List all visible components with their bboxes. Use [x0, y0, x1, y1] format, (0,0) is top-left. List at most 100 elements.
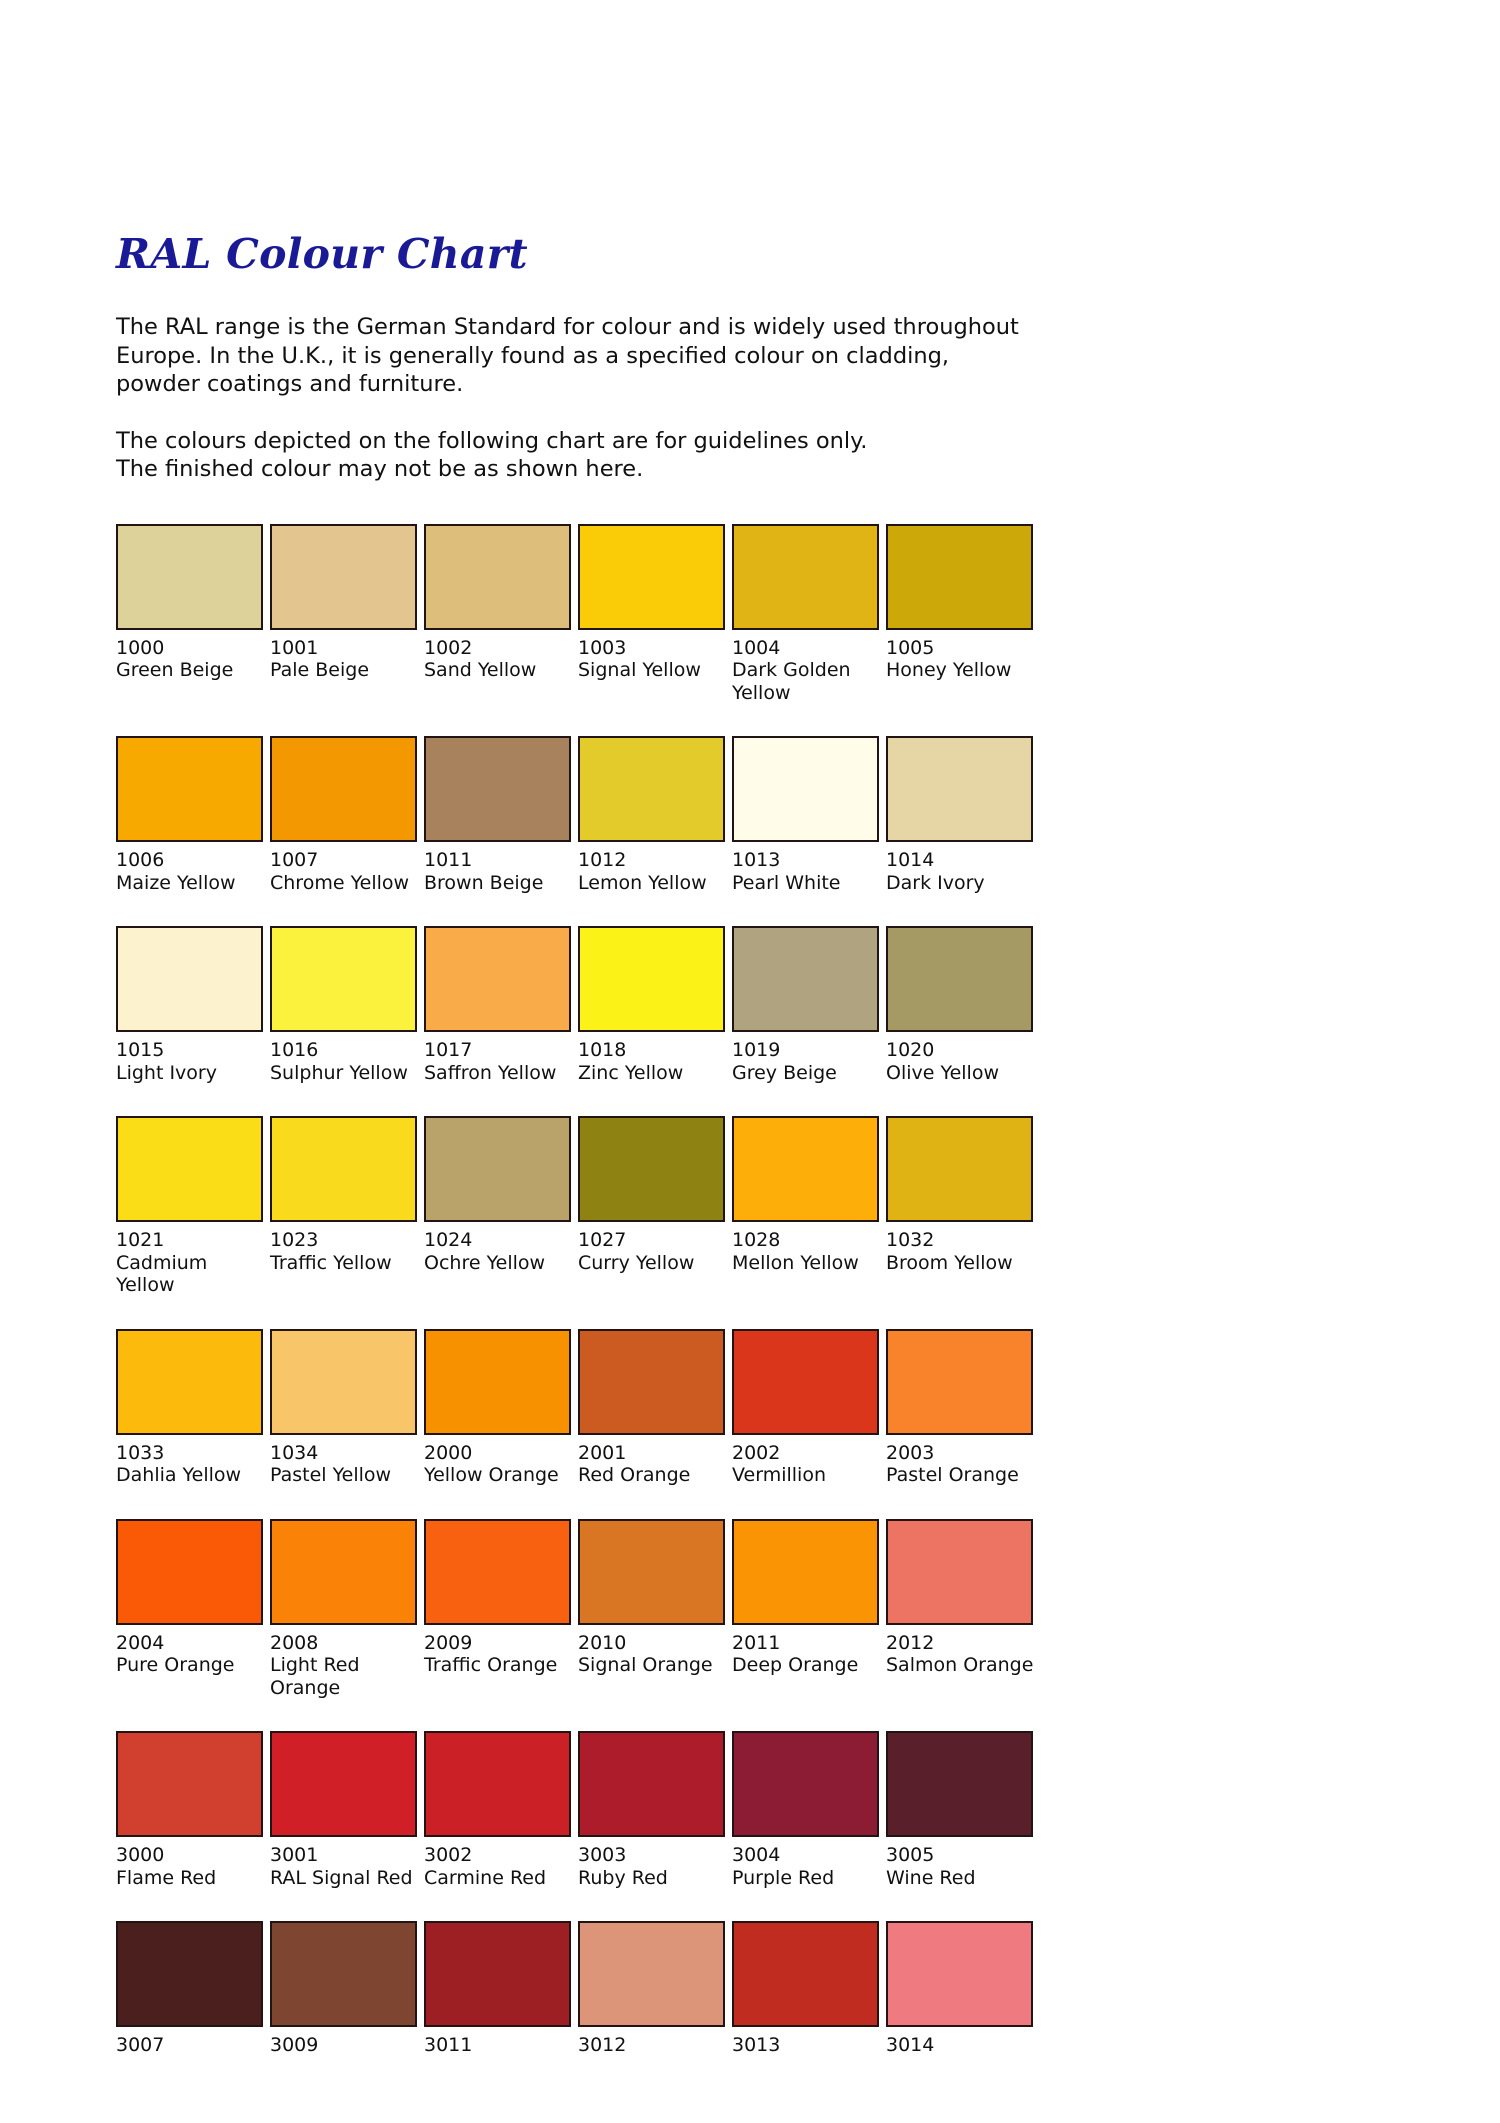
swatch-cell-1020[interactable]: 1020 Olive Yellow	[886, 926, 1040, 1084]
swatch-cell-1033[interactable]: 1033 Dahlia Yellow	[116, 1328, 270, 1487]
colour-chip-3003[interactable]	[578, 1731, 725, 1837]
colour-chip-3014[interactable]	[886, 1921, 1033, 2027]
swatch-cell-2003[interactable]: 2003 Pastel Orange	[886, 1328, 1040, 1487]
swatch-cell-1005[interactable]: 1005 Honey Yellow	[886, 523, 1040, 682]
swatch-cell-3012[interactable]: 3012	[578, 1921, 732, 2057]
swatch-cell-2000[interactable]: 2000 Yellow Orange	[424, 1328, 578, 1487]
swatch-cell-1012[interactable]: 1012 Lemon Yellow	[578, 736, 732, 894]
colour-chip-1020[interactable]	[886, 926, 1033, 1032]
swatch-cell-1011[interactable]: 1011 Brown Beige	[424, 736, 578, 894]
swatch-cell-3005[interactable]: 3005 Wine Red	[886, 1731, 1040, 1889]
swatch-cell-1019[interactable]: 1019 Grey Beige	[732, 926, 886, 1084]
colour-chip-1015[interactable]	[116, 926, 263, 1032]
colour-chip-1032[interactable]	[886, 1116, 1033, 1222]
swatch-cell-3011[interactable]: 3011	[424, 1921, 578, 2057]
colour-chip-1012[interactable]	[578, 736, 725, 842]
colour-chip-3007[interactable]	[116, 1921, 263, 2027]
colour-chip-3002[interactable]	[424, 1731, 571, 1837]
colour-chip-1013[interactable]	[732, 736, 879, 842]
colour-chip-3000[interactable]	[116, 1731, 263, 1837]
colour-chip-1001[interactable]	[270, 523, 417, 630]
swatch-cell-1017[interactable]: 1017 Saffron Yellow	[424, 926, 578, 1084]
colour-chip-3011[interactable]	[424, 1921, 571, 2027]
swatch-cell-1002[interactable]: 1002 Sand Yellow	[424, 523, 578, 682]
colour-chip-2001[interactable]	[578, 1328, 725, 1435]
colour-chip-1023[interactable]	[270, 1116, 417, 1222]
swatch-cell-2012[interactable]: 2012 Salmon Orange	[886, 1518, 1040, 1677]
swatch-cell-1028[interactable]: 1028 Mellon Yellow	[732, 1116, 886, 1274]
swatch-cell-2004[interactable]: 2004 Pure Orange	[116, 1518, 270, 1677]
swatch-cell-1014[interactable]: 1014 Dark Ivory	[886, 736, 1040, 894]
colour-chip-3004[interactable]	[732, 1731, 879, 1837]
swatch-cell-1023[interactable]: 1023 Traffic Yellow	[270, 1116, 424, 1274]
colour-chip-3012[interactable]	[578, 1921, 725, 2027]
swatch-cell-1015[interactable]: 1015 Light Ivory	[116, 926, 270, 1084]
swatch-cell-1016[interactable]: 1016 Sulphur Yellow	[270, 926, 424, 1084]
swatch-cell-2001[interactable]: 2001 Red Orange	[578, 1328, 732, 1487]
colour-chip-2011[interactable]	[732, 1518, 879, 1625]
colour-chip-3009[interactable]	[270, 1921, 417, 2027]
swatch-cell-1018[interactable]: 1018 Zinc Yellow	[578, 926, 732, 1084]
swatch-cell-2008[interactable]: 2008 Light Red Orange	[270, 1518, 424, 1700]
swatch-cell-1013[interactable]: 1013 Pearl White	[732, 736, 886, 894]
swatch-cell-1003[interactable]: 1003 Signal Yellow	[578, 523, 732, 682]
colour-chip-2009[interactable]	[424, 1518, 571, 1625]
colour-chip-1011[interactable]	[424, 736, 571, 842]
swatch-cell-1007[interactable]: 1007 Chrome Yellow	[270, 736, 424, 894]
colour-chip-2004[interactable]	[116, 1518, 263, 1625]
colour-chip-3013[interactable]	[732, 1921, 879, 2027]
swatch-code: 1012	[578, 849, 627, 871]
colour-chip-2010[interactable]	[578, 1518, 725, 1625]
colour-chip-1002[interactable]	[424, 523, 571, 630]
swatch-cell-2002[interactable]: 2002 Vermillion	[732, 1328, 886, 1487]
colour-chip-1006[interactable]	[116, 736, 263, 842]
colour-chip-1004[interactable]	[732, 523, 879, 630]
swatch-name: Pastel Yellow	[270, 1464, 392, 1486]
swatch-cell-3001[interactable]: 3001 RAL Signal Red	[270, 1731, 424, 1889]
colour-chip-1014[interactable]	[886, 736, 1033, 842]
colour-chip-2003[interactable]	[886, 1328, 1033, 1435]
swatch-cell-1001[interactable]: 1001 Pale Beige	[270, 523, 424, 682]
colour-chip-2002[interactable]	[732, 1328, 879, 1435]
colour-chip-1024[interactable]	[424, 1116, 571, 1222]
swatch-cell-2010[interactable]: 2010 Signal Orange	[578, 1518, 732, 1677]
colour-chip-1003[interactable]	[578, 523, 725, 630]
colour-chip-2008[interactable]	[270, 1518, 417, 1625]
swatch-cell-2011[interactable]: 2011 Deep Orange	[732, 1518, 886, 1677]
colour-chip-1007[interactable]	[270, 736, 417, 842]
swatch-cell-1034[interactable]: 1034 Pastel Yellow	[270, 1328, 424, 1487]
colour-chip-1019[interactable]	[732, 926, 879, 1032]
colour-chip-2012[interactable]	[886, 1518, 1033, 1625]
swatch-cell-3000[interactable]: 3000 Flame Red	[116, 1731, 270, 1889]
swatch-cell-3013[interactable]: 3013	[732, 1921, 886, 2057]
swatch-cell-1027[interactable]: 1027 Curry Yellow	[578, 1116, 732, 1274]
colour-chip-1028[interactable]	[732, 1116, 879, 1222]
colour-chip-3001[interactable]	[270, 1731, 417, 1837]
swatch-cell-1006[interactable]: 1006 Maize Yellow	[116, 736, 270, 894]
colour-chip-3005[interactable]	[886, 1731, 1033, 1837]
swatch-cell-2009[interactable]: 2009 Traffic Orange	[424, 1518, 578, 1677]
colour-chip-1000[interactable]	[116, 523, 263, 630]
swatch-cell-3002[interactable]: 3002 Carmine Red	[424, 1731, 578, 1889]
colour-chip-1005[interactable]	[886, 523, 1033, 630]
colour-chip-1034[interactable]	[270, 1328, 417, 1435]
colour-chip-1017[interactable]	[424, 926, 571, 1032]
colour-chip-1016[interactable]	[270, 926, 417, 1032]
colour-chip-1027[interactable]	[578, 1116, 725, 1222]
swatch-cell-3014[interactable]: 3014	[886, 1921, 1040, 2057]
swatch-cell-3003[interactable]: 3003 Ruby Red	[578, 1731, 732, 1889]
colour-chip-2000[interactable]	[424, 1328, 571, 1435]
swatch-cell-3007[interactable]: 3007	[116, 1921, 270, 2057]
swatch-cell-3009[interactable]: 3009	[270, 1921, 424, 2057]
swatch-cell-1024[interactable]: 1024 Ochre Yellow	[424, 1116, 578, 1274]
swatch-cell-1032[interactable]: 1032 Broom Yellow	[886, 1116, 1040, 1274]
colour-chip-1021[interactable]	[116, 1116, 263, 1222]
swatch-name: Pearl White	[732, 871, 841, 894]
swatch-label: 1000 Green Beige	[116, 637, 270, 682]
swatch-cell-1021[interactable]: 1021 Cadmium Yellow	[116, 1116, 270, 1297]
swatch-cell-1000[interactable]: 1000 Green Beige	[116, 523, 270, 682]
swatch-cell-1004[interactable]: 1004 Dark Golden Yellow	[732, 523, 886, 705]
colour-chip-1033[interactable]	[116, 1328, 263, 1435]
swatch-cell-3004[interactable]: 3004 Purple Red	[732, 1731, 886, 1889]
colour-chip-1018[interactable]	[578, 926, 725, 1032]
